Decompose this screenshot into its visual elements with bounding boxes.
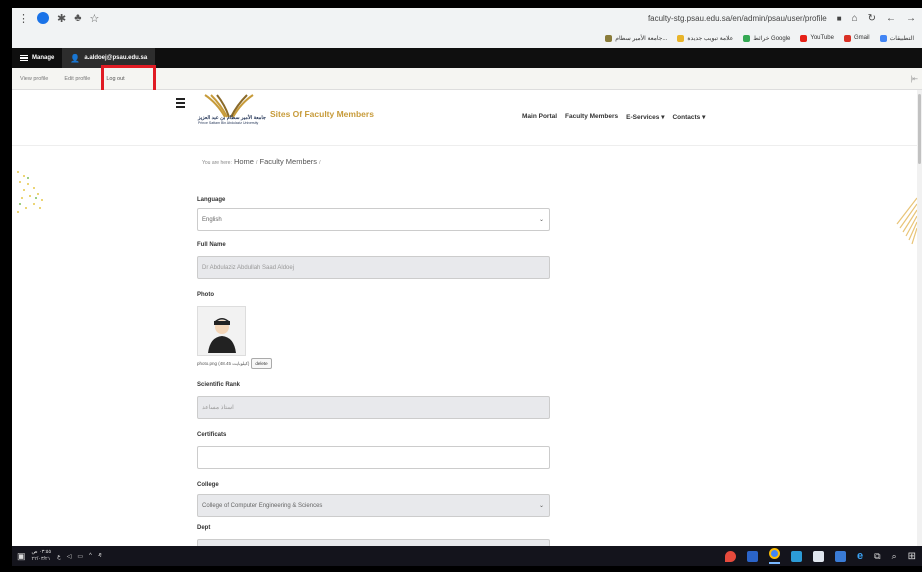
people-icon[interactable]: ዳ [98, 553, 102, 560]
taskbar-apps: e ⧉ ⌕ ⊞ [725, 548, 922, 564]
college-label: College [197, 482, 219, 488]
chevron-down-icon: ⌄ [538, 503, 544, 509]
fullname-label: Full Name [197, 242, 226, 248]
menu-dots-icon[interactable]: ⋮ [18, 12, 29, 25]
breadcrumb-home[interactable]: Home [234, 157, 254, 166]
bookmark-youtube[interactable]: YouTube [800, 34, 834, 42]
page-scrollbar[interactable] [917, 90, 922, 546]
page-content: You are here: Home / Faculty Members / L… [12, 146, 917, 547]
clock[interactable]: ٠٣:٥٥ ص ٢٢/٠٣/٢١ [32, 549, 52, 563]
decorative-stripes [896, 197, 917, 245]
search-icon[interactable]: ⌕ [892, 551, 897, 562]
language-indicator[interactable]: ع [57, 553, 61, 560]
bookmark-maps[interactable]: خرائط Google [743, 34, 790, 42]
bookmark-university[interactable]: جامعة الأمير سطام... [605, 34, 667, 42]
certificates-label: Certificats [197, 432, 227, 438]
explorer-icon[interactable] [835, 550, 846, 562]
language-select[interactable]: English ⌄ [197, 208, 550, 231]
network-icon[interactable]: ▭ [77, 553, 83, 560]
store-icon[interactable] [813, 550, 824, 562]
breadcrumb-faculty[interactable]: Faculty Members [260, 157, 318, 166]
decorative-dots [17, 171, 43, 213]
address-right: faculty-stg.psau.edu.sa/en/admin/psau/us… [648, 13, 916, 24]
scrollbar-thumb[interactable] [918, 94, 921, 164]
url-bar[interactable]: faculty-stg.psau.edu.sa/en/admin/psau/us… [648, 14, 827, 23]
fullname-field[interactable]: Dr Abdulaziz Abdullah Saad Aldoej [197, 256, 550, 279]
nav-faculty-members[interactable]: Faculty Members [565, 113, 618, 121]
back-icon[interactable]: ← [886, 13, 896, 24]
lock-icon: ■ [836, 13, 842, 23]
certificates-field[interactable] [197, 446, 550, 469]
forward-icon[interactable]: → [906, 13, 916, 24]
hamburger-icon [20, 54, 28, 62]
person-icon: 👤 [70, 53, 81, 63]
rank-field[interactable]: استاذ مساعد [197, 396, 550, 419]
delete-photo-button[interactable]: delete [251, 358, 272, 369]
avatar-icon [208, 318, 236, 353]
college-select[interactable]: College of Computer Engineering & Scienc… [197, 494, 550, 517]
tray-collapse-icon[interactable]: |⇤ [910, 75, 922, 83]
notification-icon[interactable]: ▣ [17, 551, 26, 562]
profile-photo [197, 306, 246, 356]
chevron-up-icon[interactable]: ^ [89, 553, 92, 559]
address-row: ⋮ ✱ ♣ ☆ faculty-stg.psau.edu.sa/en/admin… [12, 8, 922, 28]
puzzle-icon[interactable]: ♣ [74, 12, 81, 24]
photo-meta: photo.png (48.45 كيلوبايت) delete [197, 358, 272, 369]
breadcrumb: You are here: Home / Faculty Members / [202, 157, 321, 166]
bookmark-gmail[interactable]: Gmail [843, 34, 870, 42]
manage-button[interactable]: Manage [12, 48, 62, 68]
main-nav: Main Portal Faculty Members E-Services ▾… [522, 113, 705, 121]
home-icon[interactable]: ⌂ [852, 13, 858, 24]
drop-app-icon[interactable] [725, 550, 736, 562]
chrome-icon[interactable] [769, 548, 780, 564]
site-header: جامعة الأمير سطام بن عبد العزيز Prince S… [12, 90, 922, 146]
logo-english-text: Prince Sattam Bin Abdulaziz University [198, 121, 259, 125]
nav-main-portal[interactable]: Main Portal [522, 113, 557, 121]
extension-icon[interactable]: ✱ [57, 12, 66, 25]
nav-contacts[interactable]: Contacts ▾ [672, 113, 705, 121]
bookmarks-bar: جامعة الأمير سطام... علامة تبويب جديدة خ… [12, 28, 922, 48]
reload-icon[interactable]: ↻ [868, 13, 876, 24]
word-icon[interactable] [747, 550, 758, 562]
tab-edit-profile[interactable]: Edit profile [56, 76, 98, 82]
task-view-icon[interactable]: ⧉ [874, 551, 880, 562]
extension-icons: ⋮ ✱ ♣ ☆ [18, 12, 99, 25]
bookmark-apps[interactable]: التطبيقات [879, 34, 914, 42]
browser-chrome: ⋮ ✱ ♣ ☆ faculty-stg.psau.edu.sa/en/admin… [12, 8, 922, 48]
edge-icon[interactable]: e [857, 550, 863, 562]
mail-icon[interactable] [791, 550, 802, 562]
system-tray: ▣ ٠٣:٥٥ ص ٢٢/٠٣/٢١ ع ◁ ▭ ^ ዳ [12, 549, 102, 563]
profile-icon[interactable] [37, 12, 49, 24]
rank-label: Scientific Rank [197, 382, 241, 388]
photo-filename[interactable]: photo.png (48.45 كيلوبايت) [197, 361, 249, 367]
dept-label: Dept [197, 525, 211, 531]
bookmark-new-tab[interactable]: علامة تبويب جديدة [677, 34, 733, 42]
windows-taskbar: ▣ ٠٣:٥٥ ص ٢٢/٠٣/٢١ ع ◁ ▭ ^ ዳ e ⧉ ⌕ ⊞ [12, 546, 922, 566]
site-title[interactable]: Sites Of Faculty Members [270, 109, 374, 119]
tab-view-profile[interactable]: View profile [12, 76, 56, 82]
windows-start-icon[interactable]: ⊞ [908, 551, 916, 562]
photo-label: Photo [197, 292, 214, 298]
chevron-down-icon: ⌄ [538, 217, 544, 223]
volume-icon[interactable]: ◁ [67, 553, 72, 560]
nav-e-services[interactable]: E-Services ▾ [626, 113, 664, 121]
star-icon[interactable]: ☆ [89, 12, 99, 25]
main-menu-icon[interactable] [176, 98, 185, 108]
language-label: Language [197, 197, 226, 203]
